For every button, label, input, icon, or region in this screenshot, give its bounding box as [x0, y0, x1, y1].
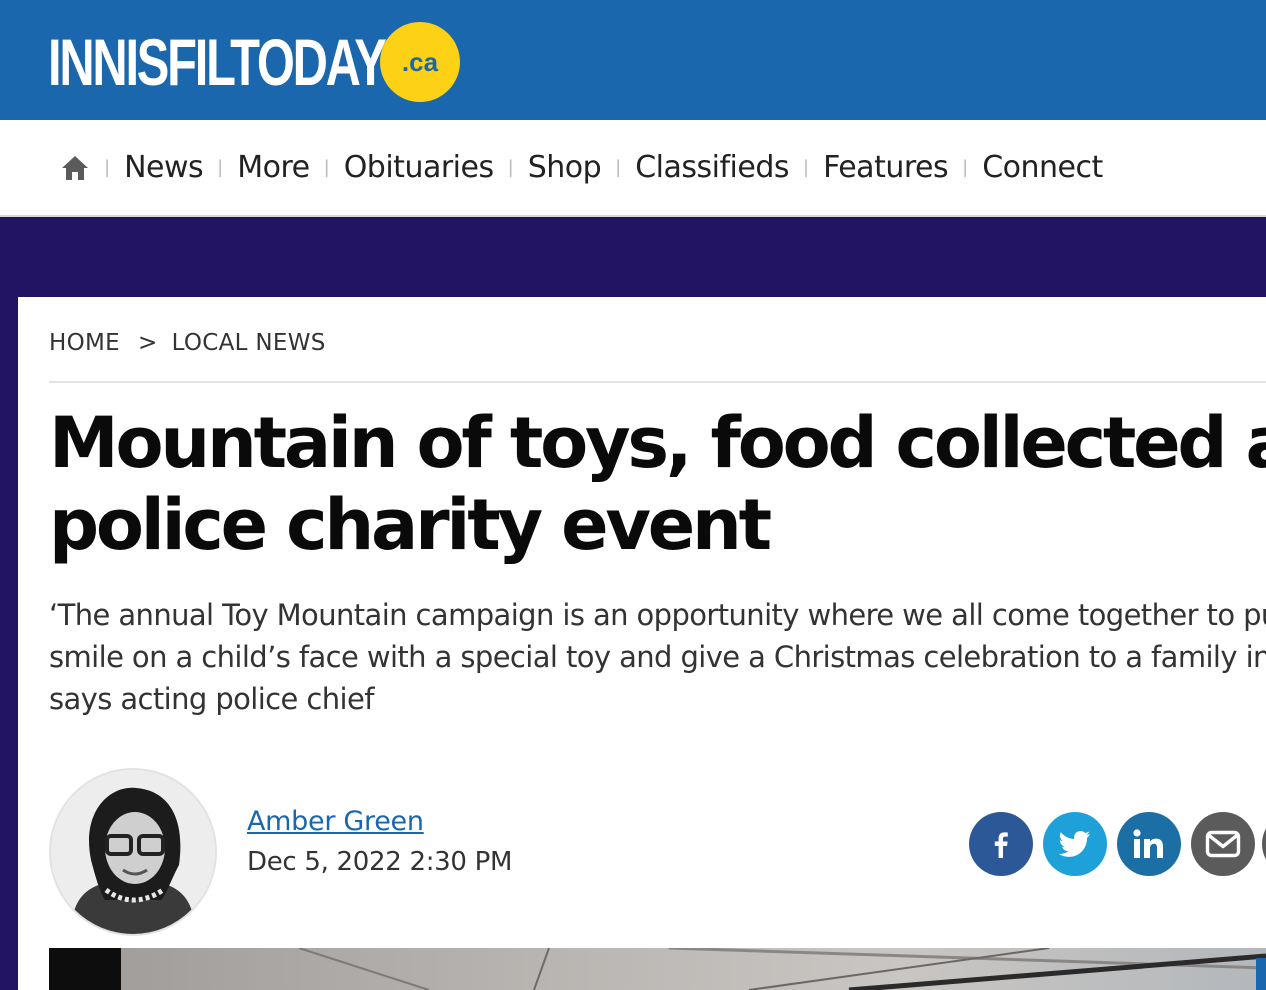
- share-facebook-button[interactable]: [969, 812, 1033, 876]
- nav-item-news[interactable]: News: [124, 150, 204, 185]
- breadcrumb-section[interactable]: LOCAL NEWS: [172, 330, 326, 356]
- hero-image: [49, 948, 1266, 990]
- main-nav: | News | More | Obituaries | Shop | Clas…: [0, 120, 1266, 217]
- article-dek: ‘The annual Toy Mountain campaign is an …: [49, 594, 1266, 720]
- author-avatar[interactable]: [49, 768, 217, 936]
- nav-separator: |: [217, 157, 224, 178]
- headline-line-2: police charity event: [49, 484, 772, 566]
- nav-separator: |: [803, 157, 810, 178]
- breadcrumb-separator: >: [137, 330, 158, 356]
- nav-separator: |: [507, 157, 514, 178]
- nav-separator: |: [323, 157, 330, 178]
- nav-item-more[interactable]: More: [237, 150, 310, 185]
- share-email-button[interactable]: [1191, 812, 1255, 876]
- breadcrumb: HOME > LOCAL NEWS: [49, 330, 326, 356]
- linkedin-icon: [1132, 828, 1166, 860]
- dek-line-3: says acting police chief: [49, 682, 374, 716]
- logo-text: INNISFILTODAY: [48, 25, 387, 99]
- dek-line-2: smile on a child’s face with a special t…: [49, 640, 1266, 674]
- email-icon: [1205, 830, 1241, 858]
- nav-item-features[interactable]: Features: [823, 150, 949, 185]
- nav-item-shop[interactable]: Shop: [528, 150, 602, 185]
- breadcrumb-divider: [49, 381, 1266, 383]
- nav-item-classifieds[interactable]: Classifieds: [635, 150, 789, 185]
- nav-item-connect[interactable]: Connect: [982, 150, 1103, 185]
- nav-item-obituaries[interactable]: Obituaries: [344, 150, 494, 185]
- facebook-icon: [986, 829, 1016, 859]
- publish-date: Dec 5, 2022 2:30 PM: [247, 847, 513, 877]
- share-twitter-button[interactable]: [1043, 812, 1107, 876]
- twitter-icon: [1058, 829, 1092, 859]
- hero-image-blue-strip: [1256, 958, 1266, 990]
- nav-separator: |: [104, 157, 111, 178]
- home-icon[interactable]: [60, 153, 90, 183]
- site-header: INNISFILTODAY .ca: [0, 0, 1266, 120]
- author-name-link[interactable]: Amber Green: [247, 806, 424, 837]
- dek-line-1: ‘The annual Toy Mountain campaign is an …: [49, 598, 1266, 632]
- breadcrumb-home[interactable]: HOME: [49, 330, 120, 356]
- article-headline: Mountain of toys, food collected at poli…: [49, 402, 1266, 566]
- nav-separator: |: [962, 157, 969, 178]
- share-linkedin-button[interactable]: [1117, 812, 1181, 876]
- site-logo[interactable]: INNISFILTODAY .ca: [48, 22, 503, 102]
- nav-separator: |: [615, 157, 622, 178]
- headline-line-1: Mountain of toys, food collected at: [49, 402, 1266, 484]
- logo-ca-badge: .ca: [380, 22, 460, 102]
